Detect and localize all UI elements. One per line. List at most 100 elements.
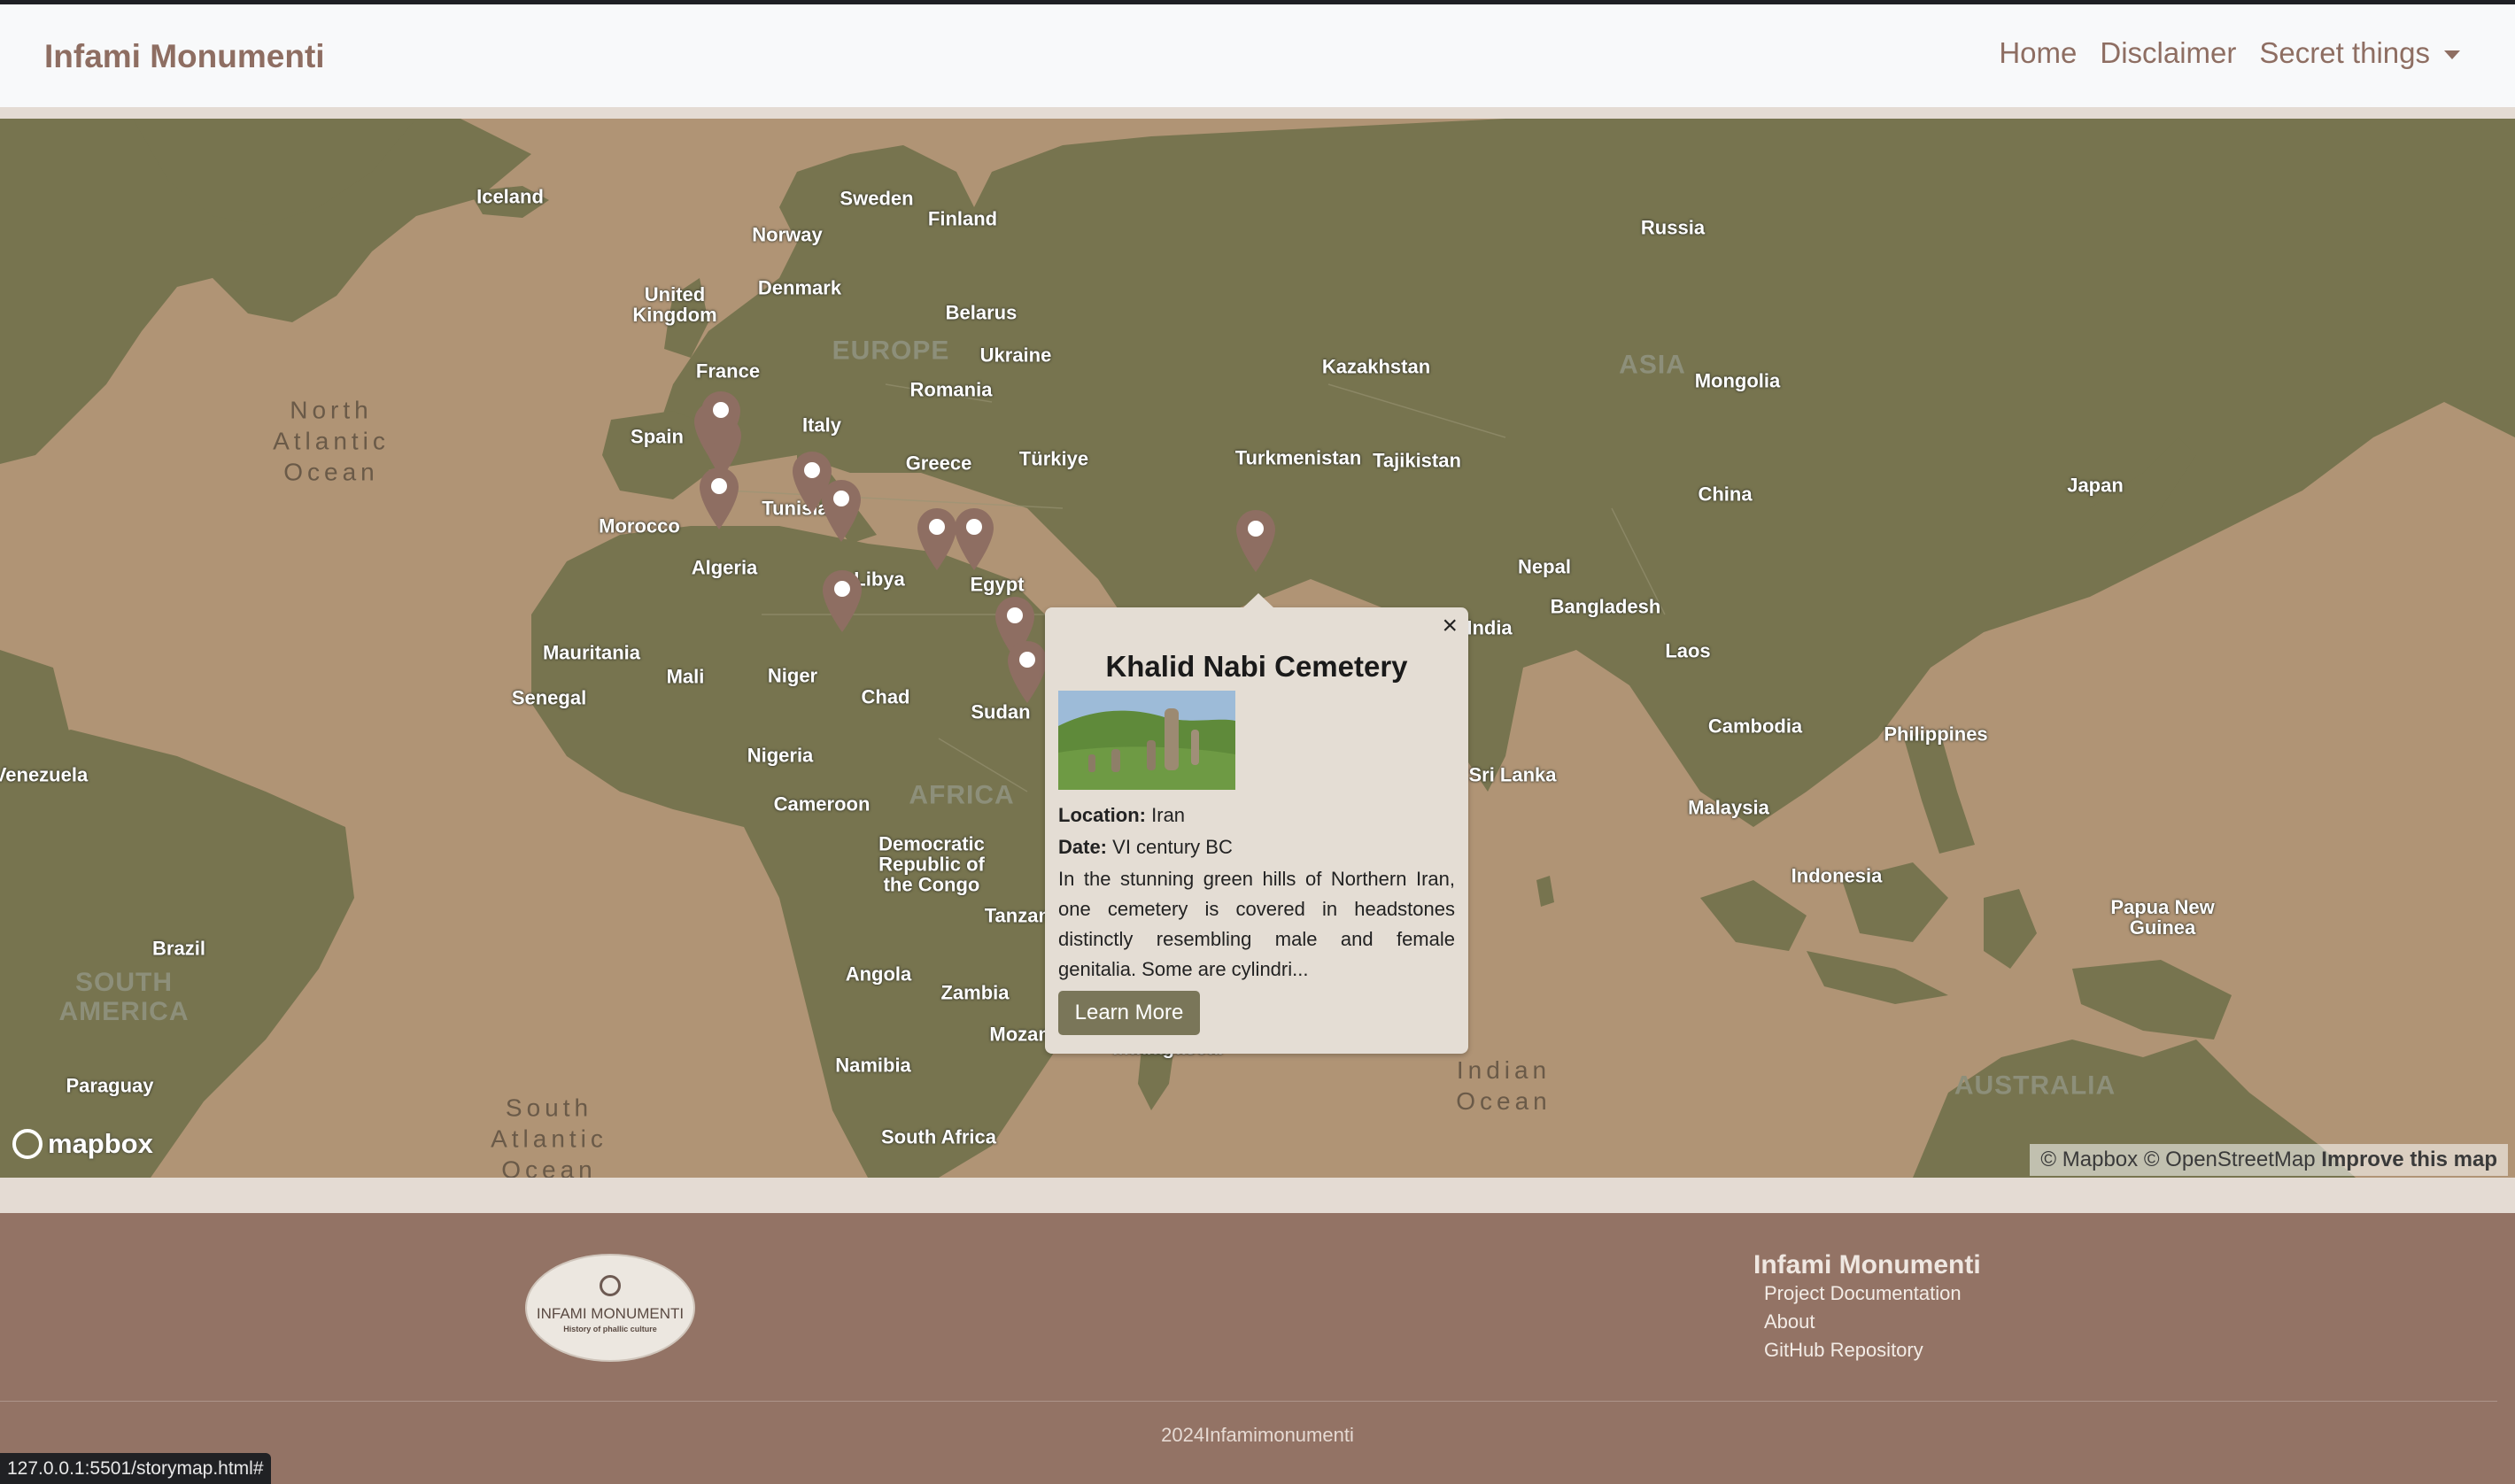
country-label: France — [695, 359, 761, 383]
country-label: Denmark — [757, 276, 842, 299]
map-canvas[interactable]: North Atlantic Ocean South Atlantic Ocea… — [0, 119, 2515, 1178]
country-label: Paraguay — [66, 1074, 154, 1097]
country-label: Tajikistan — [1373, 449, 1461, 472]
country-label: Laos — [1665, 639, 1711, 662]
spiral-icon — [600, 1275, 621, 1296]
country-label: Belarus — [945, 301, 1018, 324]
close-icon[interactable]: × — [1442, 611, 1458, 641]
separator-band — [0, 107, 2515, 119]
map-attribution: © Mapbox © OpenStreetMap Improve this ma… — [2030, 1144, 2508, 1176]
footer: INFAMI MONUMENTI History of phallic cult… — [0, 1213, 2515, 1484]
country-label: Türkiye — [1018, 447, 1089, 470]
country-label: Spain — [631, 425, 684, 448]
separator-band — [0, 1178, 2515, 1213]
browser-status-bar: 127.0.0.1:5501/storymap.html# — [0, 1453, 271, 1484]
footer-logo[interactable]: INFAMI MONUMENTI History of phallic cult… — [525, 1254, 695, 1362]
country-label: Chad — [861, 685, 910, 708]
continent-label-europe: EUROPE — [832, 336, 950, 366]
country-label: China — [1698, 483, 1753, 506]
nav-secret-things-dropdown[interactable]: Secret things — [2259, 36, 2460, 70]
country-label: Senegal — [511, 686, 587, 709]
country-label: South Africa — [881, 1125, 996, 1148]
nav-home-link[interactable]: Home — [1999, 36, 2077, 70]
copyright: 2024Infamimonumenti — [1161, 1424, 1354, 1446]
country-label: Turkmenistan — [1234, 446, 1362, 469]
country-label: Russia — [1640, 216, 1706, 239]
country-label: Italy — [801, 414, 842, 437]
ocean-label-indian: Indian Ocean — [1456, 1056, 1552, 1115]
mapbox-logo[interactable]: mapbox — [12, 1128, 153, 1160]
attribution-text[interactable]: © Mapbox © OpenStreetMap — [2040, 1148, 2315, 1171]
popup-tip — [1242, 593, 1274, 608]
map-marker-pin[interactable] — [951, 505, 997, 572]
nav-disclaimer-link[interactable]: Disclaimer — [2100, 36, 2236, 70]
country-label: Venezuela — [0, 763, 89, 786]
navbar: Infami Monumenti Home Disclaimer Secret … — [0, 4, 2515, 107]
country-label: Egypt — [970, 573, 1025, 596]
mapbox-icon — [12, 1129, 43, 1159]
country-label: Sweden — [840, 187, 914, 210]
monument-popup: × Khalid Nabi Cemetery Location: Iran Da… — [1045, 593, 1468, 1054]
popup-description: In the stunning green hills of Northern … — [1058, 868, 1455, 980]
map-marker-pin[interactable] — [696, 464, 742, 531]
location-label: Location: — [1058, 804, 1146, 826]
footer-title: Infami Monumenti — [1753, 1250, 1981, 1279]
map-marker-pin[interactable] — [1004, 638, 1050, 705]
country-label: Niger — [767, 664, 818, 687]
date-label: Date: — [1058, 836, 1108, 858]
caret-down-icon — [2444, 50, 2460, 60]
ocean-label-south-atlantic: South Atlantic Ocean — [491, 1094, 607, 1179]
monument-photo — [1058, 691, 1235, 790]
country-label: Malaysia — [1688, 796, 1769, 819]
dropdown-label: Secret things — [2259, 36, 2430, 69]
map-marker-pin[interactable] — [818, 476, 864, 544]
popup-title: Khalid Nabi Cemetery — [1105, 650, 1408, 683]
country-label: Brazil — [152, 937, 205, 960]
country-label: United Kingdom — [632, 282, 717, 326]
country-label: Finland — [927, 207, 998, 230]
country-label: Cameroon — [773, 792, 871, 815]
country-label: Japan — [2067, 474, 2124, 497]
map-marker-pin-selected[interactable] — [1233, 506, 1279, 574]
map-marker-pin[interactable] — [698, 388, 744, 455]
country-label: Romania — [909, 378, 993, 401]
footer-link-github[interactable]: GitHub Repository — [1764, 1339, 1923, 1362]
country-label: Democratic Republic of the Congo — [878, 832, 985, 896]
footer-link-about[interactable]: About — [1764, 1310, 1815, 1333]
learn-more-button[interactable]: Learn More — [1058, 991, 1200, 1035]
country-label: Zambia — [940, 981, 1010, 1004]
continent-label-australia: AUSTRALIA — [1954, 1070, 2116, 1101]
country-label: Papua New Guinea — [2110, 895, 2215, 939]
logo-title: INFAMI MONUMENTI — [536, 1305, 685, 1322]
mapbox-wordmark: mapbox — [48, 1128, 153, 1159]
continent-label-africa: AFRICA — [909, 780, 1015, 810]
country-label: Norway — [752, 223, 823, 246]
country-label: Iceland — [476, 185, 544, 208]
country-label: Mongolia — [1694, 369, 1781, 392]
country-label: Indonesia — [1791, 864, 1883, 887]
country-label: Bangladesh — [1550, 595, 1661, 618]
continent-label-south-america: SOUTH AMERICA — [58, 968, 190, 1026]
country-label: Nigeria — [747, 744, 814, 767]
country-label: Nepal — [1518, 555, 1571, 578]
country-label: Cambodia — [1707, 715, 1803, 738]
brand-logo[interactable]: Infami Monumenti — [44, 38, 325, 75]
improve-map-link[interactable]: Improve this map — [2321, 1148, 2497, 1171]
country-label: Morocco — [599, 514, 680, 537]
footer-link-project-documentation[interactable]: Project Documentation — [1764, 1282, 1962, 1305]
country-label: Kazakhstan — [1321, 355, 1431, 378]
popup-date: Date: VI century BC — [1058, 836, 1233, 859]
continent-label-asia: ASIA — [1619, 350, 1686, 380]
country-label: Angola — [845, 962, 912, 985]
logo-subtitle: History of phallic culture — [563, 1325, 657, 1333]
nav-links: Home Disclaimer Secret things — [1999, 36, 2460, 70]
popup-location: Location: Iran — [1058, 804, 1185, 827]
country-label: Mali — [666, 665, 705, 688]
map-marker-pin[interactable] — [819, 567, 865, 634]
country-label: Sri Lanka — [1468, 763, 1557, 786]
ocean-label-north-atlantic: North Atlantic Ocean — [273, 396, 390, 486]
country-label: Algeria — [691, 556, 758, 579]
country-label: Greece — [905, 452, 972, 475]
location-value: Iran — [1151, 804, 1186, 826]
country-label: Namibia — [835, 1054, 911, 1077]
